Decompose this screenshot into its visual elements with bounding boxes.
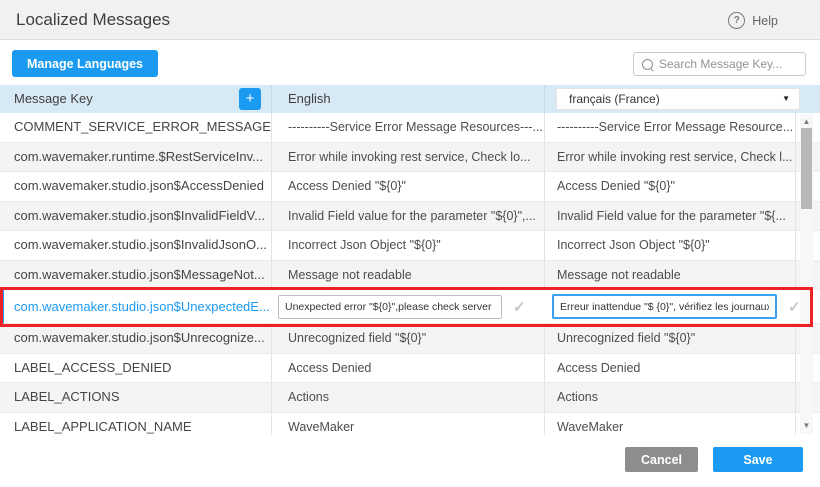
english-value-input[interactable] bbox=[278, 295, 502, 319]
english-cell[interactable]: Unrecognized field "${0}" bbox=[272, 324, 545, 353]
french-cell[interactable]: WaveMaker bbox=[545, 413, 796, 436]
add-language-button[interactable]: + bbox=[239, 88, 261, 110]
table-row[interactable]: LABEL_APPLICATION_NAME WaveMaker WaveMak… bbox=[0, 413, 820, 436]
table-row[interactable]: com.wavemaker.studio.json$AccessDenied A… bbox=[0, 172, 820, 202]
language-select-value: français (France) bbox=[569, 92, 660, 106]
column-header-message-key: Message Key + bbox=[0, 85, 272, 113]
column-header-language: français (France) ▼ bbox=[545, 85, 820, 113]
table-header: Message Key + English français (France) … bbox=[0, 85, 820, 113]
message-key-cell[interactable]: LABEL_APPLICATION_NAME bbox=[0, 413, 272, 436]
table-row[interactable]: com.wavemaker.studio.json$InvalidJsonO..… bbox=[0, 231, 820, 261]
message-key-cell[interactable]: com.wavemaker.runtime.$RestServiceInv... bbox=[0, 143, 272, 172]
message-key-cell[interactable]: com.wavemaker.studio.json$UnexpectedE... bbox=[4, 299, 272, 314]
help-button[interactable]: ? Help bbox=[728, 12, 778, 29]
search-icon bbox=[642, 59, 653, 70]
french-cell[interactable]: Unrecognized field "${0}" bbox=[545, 324, 796, 353]
table-row-selected[interactable]: com.wavemaker.studio.json$UnexpectedE...… bbox=[0, 290, 820, 324]
english-cell[interactable]: Actions bbox=[272, 383, 545, 412]
table-row[interactable]: COMMENT_SERVICE_ERROR_MESSAGES ---------… bbox=[0, 113, 820, 143]
message-key-cell[interactable]: com.wavemaker.studio.json$Unrecognize... bbox=[0, 324, 272, 353]
english-cell[interactable]: Invalid Field value for the parameter "$… bbox=[272, 202, 545, 231]
table-body: COMMENT_SERVICE_ERROR_MESSAGES ---------… bbox=[0, 113, 820, 435]
scrollbar-thumb[interactable] bbox=[801, 128, 812, 209]
french-cell[interactable]: Message not readable bbox=[545, 261, 796, 290]
save-button[interactable]: Save bbox=[713, 447, 803, 472]
confirm-english-check-icon[interactable]: ✓ bbox=[513, 298, 526, 316]
message-key-cell[interactable]: LABEL_ACCESS_DENIED bbox=[0, 354, 272, 383]
table-row[interactable]: LABEL_ACTIONS Actions Actions bbox=[0, 383, 820, 413]
french-cell[interactable]: ----------Service Error Message Resource… bbox=[545, 113, 796, 142]
english-cell[interactable]: WaveMaker bbox=[272, 413, 545, 436]
chevron-down-icon: ▼ bbox=[782, 89, 790, 109]
scroll-up-icon[interactable]: ▲ bbox=[800, 117, 813, 127]
table-row[interactable]: LABEL_ACCESS_DENIED Access Denied Access… bbox=[0, 354, 820, 384]
message-key-cell[interactable]: com.wavemaker.studio.json$InvalidJsonO..… bbox=[0, 231, 272, 260]
table-row[interactable]: com.wavemaker.studio.json$InvalidFieldV.… bbox=[0, 202, 820, 232]
message-key-cell[interactable]: com.wavemaker.studio.json$AccessDenied bbox=[0, 172, 272, 201]
english-cell[interactable]: Access Denied bbox=[272, 354, 545, 383]
french-cell[interactable]: Invalid Field value for the parameter "$… bbox=[545, 202, 796, 231]
french-value-input[interactable] bbox=[552, 294, 777, 319]
message-key-cell[interactable]: COMMENT_SERVICE_ERROR_MESSAGES bbox=[0, 113, 272, 142]
message-key-cell[interactable]: com.wavemaker.studio.json$InvalidFieldV.… bbox=[0, 202, 272, 231]
help-icon: ? bbox=[728, 12, 745, 29]
vertical-scrollbar[interactable]: ▲ ▼ bbox=[800, 114, 813, 434]
table-row[interactable]: com.wavemaker.studio.json$Unrecognize...… bbox=[0, 324, 820, 354]
message-key-cell[interactable]: com.wavemaker.studio.json$MessageNot... bbox=[0, 261, 272, 290]
selected-row-indicator bbox=[0, 290, 4, 323]
french-cell[interactable]: Incorrect Json Object "${0}" bbox=[545, 231, 796, 260]
cancel-button[interactable]: Cancel bbox=[625, 447, 698, 472]
english-edit-cell: ✓ bbox=[272, 295, 545, 319]
page-title: Localized Messages bbox=[16, 10, 170, 30]
french-cell[interactable]: Actions bbox=[545, 383, 796, 412]
english-cell[interactable]: Error while invoking rest service, Check… bbox=[272, 143, 545, 172]
french-edit-cell: ✓ bbox=[545, 294, 820, 319]
french-cell[interactable]: Access Denied "${0}" bbox=[545, 172, 796, 201]
message-key-cell[interactable]: LABEL_ACTIONS bbox=[0, 383, 272, 412]
search-input[interactable] bbox=[653, 57, 820, 71]
table-row[interactable]: com.wavemaker.studio.json$MessageNot... … bbox=[0, 261, 820, 291]
message-key-header-label: Message Key bbox=[14, 91, 93, 106]
confirm-french-check-icon[interactable]: ✓ bbox=[788, 298, 801, 316]
english-cell[interactable]: Access Denied "${0}" bbox=[272, 172, 545, 201]
localized-messages-dialog: Localized Messages ? Help Manage Languag… bbox=[0, 0, 820, 487]
english-cell[interactable]: Incorrect Json Object "${0}" bbox=[272, 231, 545, 260]
column-header-english: English bbox=[272, 85, 545, 113]
french-cell[interactable]: Error while invoking rest service, Check… bbox=[545, 143, 796, 172]
table-row[interactable]: com.wavemaker.runtime.$RestServiceInv...… bbox=[0, 143, 820, 173]
help-label: Help bbox=[752, 14, 778, 28]
manage-languages-button[interactable]: Manage Languages bbox=[12, 50, 158, 77]
french-cell[interactable]: Access Denied bbox=[545, 354, 796, 383]
search-box[interactable] bbox=[633, 52, 806, 76]
title-bar: Localized Messages ? Help bbox=[0, 0, 820, 40]
english-cell[interactable]: Message not readable bbox=[272, 261, 545, 290]
language-select[interactable]: français (France) ▼ bbox=[556, 88, 800, 110]
scroll-down-icon[interactable]: ▼ bbox=[800, 421, 813, 431]
english-cell[interactable]: ----------Service Error Message Resource… bbox=[272, 113, 545, 142]
